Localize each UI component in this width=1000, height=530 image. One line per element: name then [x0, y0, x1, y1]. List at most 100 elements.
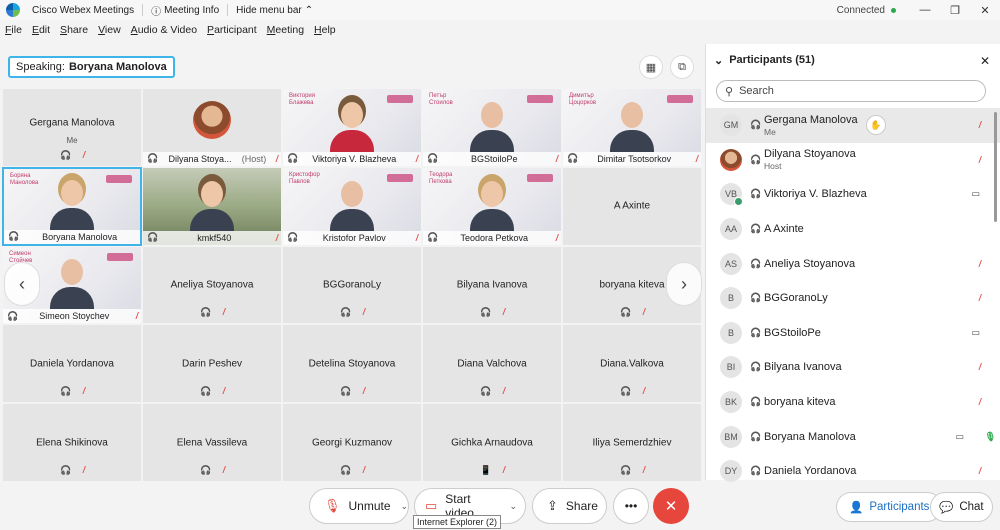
participant-name: Viktoriya V. Blazheva	[764, 188, 867, 201]
video-tile[interactable]: Aneliya Stoyanova 🎧 🎙̸	[142, 245, 282, 325]
muted-mic-icon[interactable]: 🎙̸	[973, 293, 980, 303]
tile-name: Kristofor Pavlov	[322, 232, 386, 243]
muted-mic-icon[interactable]: 🎙̸	[973, 155, 980, 165]
participant-row[interactable]: AS 🎧 Aneliya Stoyanova 🎙̸	[706, 246, 1000, 281]
video-tile[interactable]: Darin Peshev 🎧 🎙̸	[142, 324, 282, 404]
menu-item-file[interactable]: File	[0, 24, 27, 42]
participant-row[interactable]: GM 🎧 Gergana Manolova Me ✋ 🎙̸	[706, 108, 1000, 143]
muted-mic-icon[interactable]: 🎙̸	[973, 466, 980, 476]
video-tile[interactable]: Bilyana Ivanova 🎧 🎙̸	[422, 245, 562, 325]
body-shape	[610, 129, 654, 152]
muted-mic-icon: 🎙̸	[410, 232, 417, 243]
video-tile[interactable]: Iliya Semerdzhiev 🎧 🎙̸	[562, 403, 702, 482]
chat-tab-button[interactable]: 💬 Chat	[930, 492, 993, 522]
more-options-button[interactable]: •••	[613, 488, 649, 524]
menu-item-participant[interactable]: Participant	[202, 24, 262, 42]
video-tile[interactable]: Diana Valchova 🎧 🎙̸	[422, 324, 562, 404]
next-page-button[interactable]: ›	[666, 262, 702, 306]
video-tile[interactable]: Daniela Yordanova 🎧 🎙̸	[2, 324, 142, 404]
video-tile[interactable]: Димитър Цоцорков 🎧 Dimitar Tsotsorkov 🎙̸	[562, 88, 702, 167]
participant-row[interactable]: 🎧 Dilyana Stoyanova Host 🎙̸	[706, 143, 1000, 178]
video-tile[interactable]: Теодора Петкова 🎧 Teodora Petkova 🎙̸	[422, 166, 562, 246]
muted-mic-icon[interactable]: 🎙̸	[973, 259, 980, 269]
panel-scrollbar[interactable]	[994, 112, 997, 222]
tile-name-bar: 🎧 Dilyana Stoya... (Host) 🎙̸	[143, 151, 281, 166]
maximize-button[interactable]: ❐	[940, 4, 970, 17]
grid-view-button[interactable]: ▦	[639, 55, 663, 79]
unmute-button[interactable]: 🎙 Unmute ⌄	[309, 488, 409, 524]
participant-video	[610, 101, 654, 152]
headset-icon: 🎧	[620, 464, 632, 475]
chevron-down-icon[interactable]: ⌄	[509, 501, 517, 512]
layout-button[interactable]: ⧉	[670, 55, 694, 79]
menu-item-meeting[interactable]: Meeting	[262, 24, 309, 42]
participant-row[interactable]: AA 🎧 A Axinte	[706, 212, 1000, 247]
video-tile[interactable]: 🎧 Dilyana Stoya... (Host) 🎙̸	[142, 88, 282, 167]
raise-hand-icon[interactable]: ✋	[866, 115, 886, 136]
video-tile[interactable]: A Axinte	[562, 166, 702, 246]
person-icon: 👤	[849, 502, 864, 514]
event-logo-icon	[387, 95, 413, 103]
participant-row[interactable]: BK 🎧 boryana kiteva 🎙̸	[706, 385, 1000, 420]
meeting-info-button[interactable]: ⓘ Meeting Info	[143, 4, 229, 18]
tile-name: Detelina Stoyanova	[308, 358, 396, 370]
tile-name: Daniela Yordanova	[30, 358, 114, 370]
video-tile[interactable]: Кристофор Павлов 🎧 Kristofor Pavlov 🎙̸	[282, 166, 422, 246]
video-tile[interactable]: Elena Vassileva 🎧 🎙̸	[142, 403, 282, 482]
head-shape	[61, 179, 83, 206]
tile-name-bar: 🎧 Dimitar Tsotsorkov 🎙̸	[563, 151, 701, 166]
connected-dot-icon	[891, 7, 896, 13]
previous-page-button[interactable]: ‹	[4, 262, 40, 306]
share-button[interactable]: ⇪ Share	[532, 488, 607, 524]
video-tile[interactable]: Detelina Stoyanova 🎧 🎙̸	[282, 324, 422, 404]
participant-row[interactable]: DY 🎧 Daniela Yordanova 🎙̸	[706, 454, 1000, 489]
headset-icon: 🎧	[287, 153, 299, 164]
video-tile[interactable]: Diana.Valkova 🎧 🎙̸	[562, 324, 702, 404]
muted-mic-icon[interactable]: 🎙̸	[973, 120, 980, 130]
status-icons: ▭ 🎙	[956, 431, 996, 442]
collapse-chevron-icon[interactable]: ⌄	[714, 54, 723, 67]
close-window-button[interactable]: ✕	[970, 4, 1000, 17]
leave-meeting-button[interactable]: ✕	[653, 488, 689, 524]
muted-mic-icon: 🎙̸	[357, 386, 364, 397]
video-tile[interactable]: BGGoranoLy 🎧 🎙̸	[282, 245, 422, 325]
video-tile[interactable]: Gergana Manolova Me 🎧 🎙̸	[2, 88, 142, 167]
participants-tab-button[interactable]: 👤 Participants	[836, 492, 943, 522]
status-label: Connected	[836, 4, 885, 16]
headset-icon: 🎧	[750, 327, 762, 338]
participant-row[interactable]: B 🎧 BGGoranoLy 🎙̸	[706, 281, 1000, 316]
menu-item-edit[interactable]: Edit	[27, 24, 55, 42]
muted-mic-icon: 🎙̸	[550, 232, 557, 243]
video-tile[interactable]: Elena Shikinova 🎧 🎙̸	[2, 403, 142, 482]
tile-name: Dimitar Tsotsorkov	[597, 153, 672, 164]
participant-info: BGGoranoLy	[764, 292, 828, 304]
close-panel-button[interactable]: ✕	[980, 54, 990, 68]
menu-item-help[interactable]: Help	[309, 24, 341, 42]
video-tile[interactable]: Петър Стоилов 🎧 BGStoilоPe 🎙̸	[422, 88, 562, 167]
participant-row[interactable]: BM 🎧 Boryana Manolova ▭ 🎙	[706, 419, 1000, 454]
menu-item-view[interactable]: View	[93, 24, 126, 42]
grid-icon: ▦	[645, 61, 657, 74]
muted-mic-icon[interactable]: 🎙̸	[973, 397, 980, 407]
video-tile[interactable]: 🎧 kmkf540 🎙̸	[142, 166, 282, 246]
video-tile[interactable]: Gichka Arnaudova 📱 🎙̸	[422, 403, 562, 482]
video-tile[interactable]: Виктория Блажева 🎧 Viktoriya V. Blazheva 🎙̸	[282, 88, 422, 167]
hide-menu-bar-button[interactable]: Hide menu bar ⌃	[228, 4, 321, 16]
menu-item-audio-video[interactable]: Audio & Video	[126, 24, 202, 42]
headset-icon: 🎧	[340, 464, 352, 475]
headset-icon: 🎧	[750, 223, 762, 234]
tile-status-icons: 🎧 🎙̸	[283, 465, 421, 476]
video-tile[interactable]: Боряна Манолова 🎧 Boryana Manolova	[2, 166, 142, 246]
participants-panel: ⌄ Participants (51) ✕ ⚲ Search GM 🎧 Gergan…	[705, 44, 1000, 483]
participant-search-input[interactable]: ⚲ Search	[716, 80, 986, 102]
participant-video	[50, 179, 94, 230]
participant-row[interactable]: B 🎧 BGStoiloPe ▭	[706, 316, 1000, 351]
video-tile[interactable]: Georgi Kuzmanov 🎧 🎙̸	[282, 403, 422, 482]
minimize-button[interactable]: —	[910, 4, 940, 16]
participant-name: Bilyana Ivanova	[764, 361, 842, 374]
muted-mic-icon[interactable]: 🎙̸	[973, 362, 980, 372]
participant-row[interactable]: VB 🎧 Viktoriya V. Blazheva ▭	[706, 177, 1000, 212]
participant-row[interactable]: BI 🎧 Bilyana Ivanova 🎙̸	[706, 350, 1000, 385]
menu-item-share[interactable]: Share	[55, 24, 93, 42]
chevron-down-icon[interactable]: ⌄	[401, 501, 409, 512]
